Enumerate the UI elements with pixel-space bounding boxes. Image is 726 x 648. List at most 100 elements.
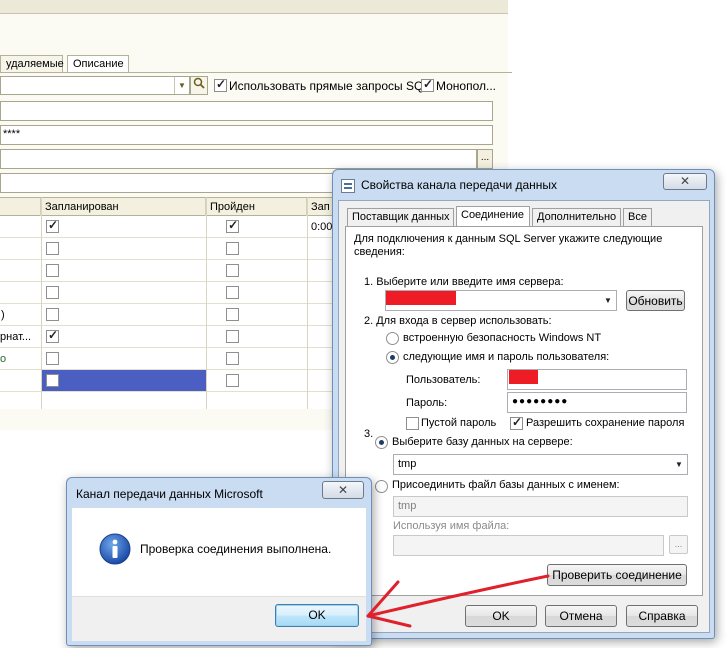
planned-checkbox[interactable] — [46, 218, 59, 233]
save-password-label: Разрешить сохранение пароля — [526, 417, 685, 429]
planned-checkbox[interactable] — [46, 242, 59, 255]
radio-attach-label: Присоединить файл базы данных с именем: — [392, 479, 620, 491]
radio-select-db-icon — [375, 436, 388, 449]
database-combo[interactable]: tmp — [393, 454, 688, 475]
message-text: Проверка соединения выполнена. — [140, 542, 332, 556]
direct-sql-check-icon — [214, 77, 227, 92]
password-field[interactable]: **** — [0, 125, 493, 145]
tab-description[interactable]: Описание — [67, 55, 129, 72]
grid-header-time[interactable]: Зап — [307, 198, 335, 217]
field-row-1[interactable] — [0, 101, 493, 121]
redacted-server-name — [386, 291, 456, 305]
save-password-checkbox[interactable] — [510, 415, 523, 433]
grid-header-passed[interactable]: Пройден — [206, 198, 307, 217]
radio-windows-nt[interactable] — [386, 332, 399, 348]
step1-label: 1. Выберите или введите имя сервера: — [364, 276, 564, 288]
radio-attach-file[interactable] — [375, 480, 388, 496]
radio-user-icon — [386, 351, 399, 364]
cancel-button[interactable]: Отмена — [545, 605, 617, 627]
close-button[interactable]: ✕ — [663, 173, 707, 190]
refresh-button[interactable]: Обновить — [626, 290, 685, 311]
step2-label: 2. Для входа в сервер использовать: — [364, 315, 552, 327]
grid-col-divider — [307, 197, 308, 409]
database-dropdown-icon[interactable]: ▼ — [675, 460, 683, 469]
tab-advanced[interactable]: Дополнительно — [532, 208, 621, 226]
direct-sql-label: Использовать прямые запросы SQL — [229, 79, 430, 93]
message-ok-button[interactable]: OK — [275, 604, 359, 627]
intro-text: Для подключения к данным SQL Server укаж… — [354, 233, 663, 258]
data-source-combo[interactable] — [0, 76, 190, 95]
passed-checkbox[interactable] — [226, 352, 240, 365]
table-row[interactable] — [0, 238, 335, 260]
annotation-arrow — [366, 574, 550, 628]
table-row[interactable]: рнат... — [0, 326, 335, 348]
info-icon — [99, 533, 131, 568]
planned-checkbox[interactable] — [46, 264, 59, 277]
attach-file-input[interactable]: tmp — [393, 496, 688, 517]
tab-connection-label: Соединение — [461, 209, 525, 221]
logical-name-label: Используя имя файла: — [393, 520, 510, 532]
user-label: Пользователь: — [406, 374, 481, 386]
tab-all[interactable]: Все — [623, 208, 652, 226]
logical-name-input[interactable] — [393, 535, 664, 556]
tab-advanced-label: Дополнительно — [537, 211, 617, 223]
table-row[interactable] — [0, 260, 335, 282]
tab-deleted[interactable]: удаляемые — [0, 55, 64, 72]
tab-connection[interactable]: Соединение — [456, 206, 530, 227]
grid-selection — [41, 370, 206, 391]
password-label: Пароль: — [406, 397, 448, 409]
search-icon[interactable] — [190, 76, 208, 95]
table-row[interactable] — [0, 282, 335, 304]
grid-header-col1[interactable] — [0, 198, 41, 217]
monopoly-checkbox[interactable] — [421, 77, 434, 95]
passed-checkbox[interactable] — [226, 286, 240, 299]
passed-checkbox[interactable] — [226, 242, 240, 255]
empty-password-check-icon — [406, 417, 419, 430]
grid-header-planned[interactable]: Запланирован — [41, 198, 206, 217]
dialog-title: Свойства канала передачи данных — [361, 178, 558, 192]
radio-nt-icon — [386, 332, 399, 345]
grid-cell-col1: рнат... — [0, 331, 32, 343]
main-window-top-strip — [0, 0, 512, 14]
grid-cell-col1: о — [0, 353, 7, 365]
redacted-user-name — [509, 370, 538, 384]
password-input[interactable]: ●●●●●●●● — [507, 392, 687, 413]
passed-checkbox[interactable] — [226, 308, 240, 321]
desktop-background — [508, 0, 726, 170]
step3-number: 3. — [364, 428, 374, 440]
direct-sql-checkbox[interactable] — [214, 77, 227, 95]
tab-provider[interactable]: Поставщик данных — [347, 208, 454, 226]
planned-checkbox[interactable] — [46, 308, 59, 321]
message-box-title: Канал передачи данных Microsoft — [76, 487, 263, 501]
dialog-app-icon — [341, 179, 355, 193]
password-mask: **** — [3, 128, 21, 140]
planned-checkbox[interactable] — [46, 286, 59, 299]
empty-password-checkbox[interactable] — [406, 417, 419, 433]
planned-checkbox[interactable] — [46, 352, 59, 365]
test-connection-button[interactable]: Проверить соединение — [547, 564, 687, 586]
table-row[interactable]: ) — [0, 304, 335, 326]
server-dropdown-icon[interactable]: ▼ — [604, 296, 612, 305]
table-row[interactable]: 0:00 — [0, 216, 335, 238]
radio-select-database[interactable] — [375, 436, 388, 452]
table-row[interactable] — [0, 370, 335, 392]
help-button[interactable]: Справка — [626, 605, 698, 627]
empty-password-label: Пустой пароль — [421, 417, 497, 429]
select-button[interactable]: ... — [477, 149, 493, 169]
combo-dropdown-icon[interactable]: ▼ — [174, 77, 189, 94]
passed-checkbox[interactable] — [226, 374, 240, 387]
planned-checkbox[interactable] — [46, 328, 59, 343]
radio-attach-icon — [375, 480, 388, 493]
radio-select-db-label: Выберите базу данных на сервере: — [392, 436, 573, 448]
passed-checkbox[interactable] — [226, 264, 240, 277]
radio-user-password[interactable] — [386, 351, 399, 367]
tab-provider-label: Поставщик данных — [352, 211, 450, 223]
field-row-3[interactable] — [0, 149, 477, 169]
grid-col-divider — [206, 197, 207, 409]
passed-checkbox[interactable] — [226, 330, 240, 343]
table-row[interactable]: о — [0, 348, 335, 370]
passed-checkbox[interactable] — [226, 218, 240, 233]
planned-checkbox[interactable] — [46, 374, 59, 387]
browse-button[interactable]: ... — [669, 535, 688, 554]
message-close-button[interactable]: ✕ — [322, 481, 364, 499]
